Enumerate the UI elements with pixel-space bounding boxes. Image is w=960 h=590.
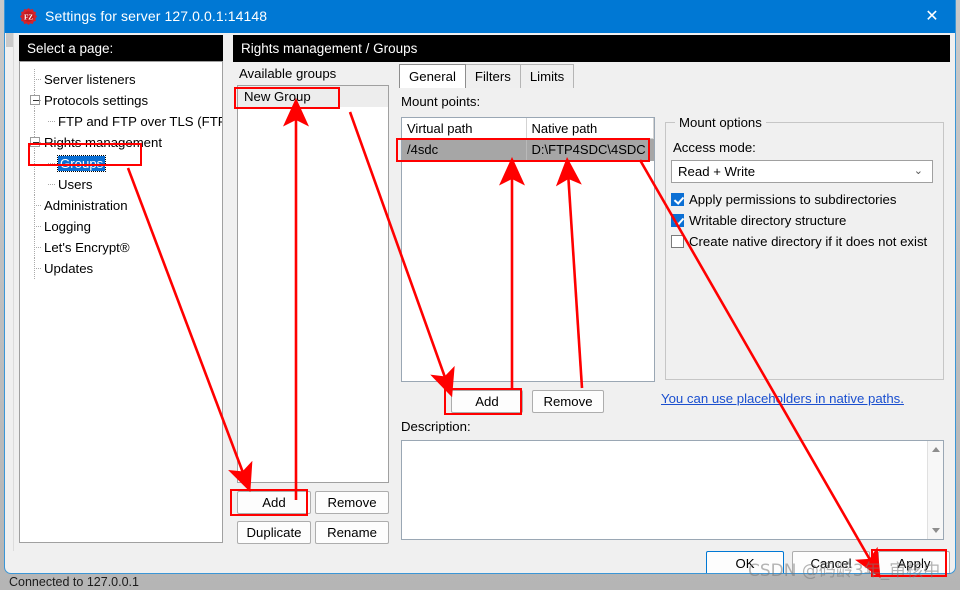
placeholders-help-link[interactable]: You can use placeholders in native paths…: [661, 391, 904, 406]
sidebar-item-label: Users: [58, 177, 93, 192]
column-header-native-path[interactable]: Native path: [526, 118, 654, 139]
cancel-button[interactable]: Cancel: [792, 551, 870, 573]
title-bar: FZ Settings for server 127.0.0.1:14148 ✕: [5, 0, 955, 33]
sidebar-item-label: Groups: [56, 155, 107, 172]
mount-points-label: Mount points:: [401, 94, 481, 109]
access-mode-select[interactable]: Read + Write ⌄: [671, 160, 933, 183]
tab-bar: General Filters Limits: [399, 64, 575, 88]
sidebar-item-ftp-and-ftp-over-tls-ftps[interactable]: FTP and FTP over TLS (FTPS): [28, 111, 222, 132]
tree-connector-icon: [34, 205, 42, 206]
sidebar-item-label: Let's Encrypt®: [44, 240, 130, 255]
group-rename-button[interactable]: Rename: [315, 521, 389, 544]
sidebar-item-label: Server listeners: [44, 72, 136, 87]
description-label: Description:: [401, 419, 471, 434]
tree-connector-icon: [34, 247, 42, 248]
select-page-header: Select a page:: [19, 35, 223, 62]
sidebar-item-label: FTP and FTP over TLS (FTPS): [58, 114, 223, 129]
tree-connector-icon: [48, 121, 56, 122]
svg-text:FZ: FZ: [24, 14, 33, 22]
filezilla-logo-icon: FZ: [19, 7, 38, 26]
group-add-button[interactable]: Add: [237, 491, 311, 514]
checkbox-apply-permissions-to-subdirectories[interactable]: Apply permissions to subdirectories: [671, 190, 896, 209]
scroll-up-icon[interactable]: [932, 447, 940, 452]
sidebar-item-label: Logging: [44, 219, 91, 234]
table-header-row: Virtual path Native path: [402, 118, 654, 139]
chevron-down-icon: ⌄: [913, 165, 923, 177]
apply-button[interactable]: Apply: [878, 551, 950, 573]
group-remove-button[interactable]: Remove: [315, 491, 389, 514]
table-row[interactable]: /4sdc D:\FTP4SDC\4SDC: [402, 139, 654, 161]
settings-tree: Server listeners Protocols settings FTP an…: [20, 62, 222, 279]
description-textarea[interactable]: [401, 440, 944, 540]
tree-collapse-icon[interactable]: [30, 137, 40, 147]
tree-collapse-icon[interactable]: [30, 95, 40, 105]
tree-connector-icon: [48, 184, 56, 185]
tab-general[interactable]: General: [399, 64, 466, 88]
checkbox-icon[interactable]: [671, 235, 684, 248]
settings-window: FZ Settings for server 127.0.0.1:14148 ✕…: [4, 0, 956, 574]
sidebar-item-let-s-encrypt[interactable]: Let's Encrypt®: [28, 237, 222, 258]
window-left-scrollbar[interactable]: [5, 33, 14, 551]
sidebar-item-server-listeners[interactable]: Server listeners: [28, 69, 222, 90]
checkbox-icon[interactable]: [671, 214, 684, 227]
sidebar-item-logging[interactable]: Logging: [28, 216, 222, 237]
checkbox-writable-directory-structure[interactable]: Writable directory structure: [671, 211, 846, 230]
checkbox-icon[interactable]: [671, 193, 684, 206]
description-scrollbar[interactable]: [927, 441, 943, 539]
cell-virtual-path: /4sdc: [402, 139, 527, 161]
footer-divider: [19, 543, 941, 544]
settings-tree-panel: Server listeners Protocols settings FTP an…: [19, 61, 223, 543]
breadcrumb: Rights management / Groups: [233, 35, 950, 62]
scroll-down-icon[interactable]: [932, 528, 940, 533]
screenshot-root: FZ Settings for server 127.0.0.1:14148 ✕…: [0, 0, 960, 590]
mount-options-legend: Mount options: [675, 115, 766, 130]
window-title: Settings for server 127.0.0.1:14148: [45, 8, 268, 24]
access-mode-value: Read + Write: [678, 164, 756, 179]
sidebar-item-label: Administration: [44, 198, 128, 213]
sidebar-item-updates[interactable]: Updates: [28, 258, 222, 279]
list-item[interactable]: New Group: [238, 86, 388, 107]
sidebar-item-label: Protocols settings: [44, 93, 149, 108]
available-groups-list[interactable]: New Group: [237, 85, 389, 483]
mount-points-table[interactable]: Virtual path Native path /4sdc D:\FTP4SD…: [401, 117, 655, 382]
scrollbar-thumb[interactable]: [6, 33, 13, 47]
checkbox-create-native-directory[interactable]: Create native directory if it does not e…: [671, 232, 927, 251]
tab-filters[interactable]: Filters: [464, 64, 521, 88]
tree-connector-icon: [34, 79, 42, 80]
sidebar-item-groups[interactable]: Groups: [28, 153, 222, 174]
sidebar-item-rights-management[interactable]: Rights management: [28, 132, 222, 153]
sidebar-item-label: Updates: [44, 261, 94, 276]
tab-limits[interactable]: Limits: [519, 64, 575, 88]
close-icon[interactable]: ✕: [909, 0, 955, 33]
status-bar: Connected to 127.0.0.1: [9, 575, 139, 589]
sidebar-item-users[interactable]: Users: [28, 174, 222, 195]
sidebar-item-administration[interactable]: Administration: [28, 195, 222, 216]
mount-point-remove-button[interactable]: Remove: [532, 390, 604, 413]
available-groups-label: Available groups: [239, 66, 337, 81]
access-mode-label: Access mode:: [673, 140, 756, 155]
column-header-virtual-path[interactable]: Virtual path: [402, 118, 527, 139]
sidebar-item-label: Rights management: [44, 135, 163, 150]
cell-native-path: D:\FTP4SDC\4SDC: [531, 142, 646, 157]
tree-connector-icon: [34, 226, 42, 227]
group-duplicate-button[interactable]: Duplicate: [237, 521, 311, 544]
tree-connector-icon: [34, 268, 42, 269]
sidebar-item-protocols-settings[interactable]: Protocols settings: [28, 90, 222, 111]
checkbox-label: Writable directory structure: [689, 213, 847, 228]
checkbox-label: Apply permissions to subdirectories: [689, 192, 897, 207]
mount-point-add-button[interactable]: Add: [451, 390, 523, 413]
tree-connector-icon: [48, 163, 56, 164]
checkbox-label: Create native directory if it does not e…: [689, 234, 928, 249]
ok-button[interactable]: OK: [706, 551, 784, 573]
